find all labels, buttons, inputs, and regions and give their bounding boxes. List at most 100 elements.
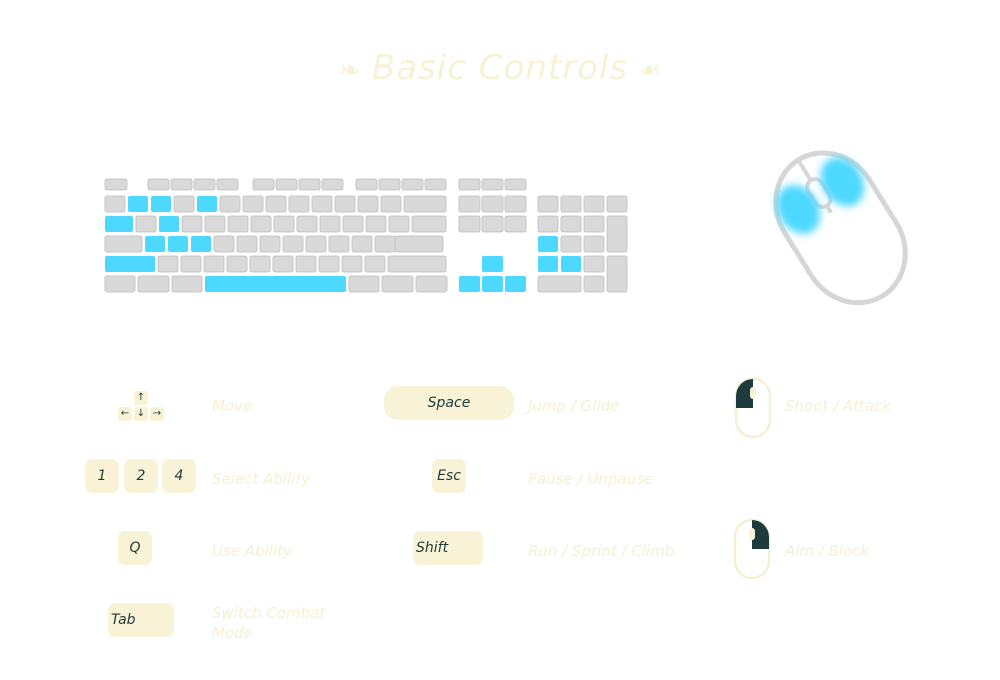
key-esc-diagram — [104, 178, 128, 191]
arrow-left-icon: ← — [118, 407, 132, 421]
key-q-diagram — [105, 216, 133, 232]
key-space-diagram — [205, 276, 346, 292]
keyboard-key — [504, 178, 527, 191]
keyboard-key — [583, 235, 605, 253]
use-ability-label: Use Ability — [212, 542, 292, 560]
key-3-diagram — [151, 196, 171, 212]
keyboard-key — [334, 195, 356, 213]
keyboard-key — [606, 195, 628, 213]
keyboard-key — [537, 195, 559, 213]
keyboard-key — [481, 215, 504, 233]
keyboard-key — [537, 215, 559, 233]
key-shift: Shift — [413, 531, 483, 565]
keyboard-key — [296, 215, 318, 233]
keyboard-key — [135, 215, 157, 233]
keyboard-key — [364, 255, 386, 273]
numpad-4-diagram — [538, 236, 558, 252]
keyboard-key — [560, 215, 582, 233]
arrow-left-diagram — [459, 276, 480, 292]
keyboard-key — [387, 255, 447, 273]
keyboard-key — [298, 178, 321, 191]
keyboard-key — [265, 195, 287, 213]
keyboard-key — [170, 178, 193, 191]
keyboard-key — [560, 235, 582, 253]
keyboard-key — [378, 178, 401, 191]
keyboard-key — [104, 195, 126, 213]
aim-label: Aim / Block — [785, 542, 870, 560]
key-1: 1 — [85, 459, 119, 493]
keyboard-key — [242, 195, 264, 213]
keyboard-key — [252, 178, 275, 191]
keyboard-key — [415, 275, 448, 293]
keyboard-key — [341, 255, 363, 273]
keyboard-key — [226, 255, 248, 273]
keyboard-key — [250, 215, 272, 233]
keyboard-key — [357, 195, 379, 213]
arrow-up-diagram — [482, 256, 503, 272]
keyboard-key — [275, 178, 298, 191]
numpad-1-diagram — [538, 256, 558, 272]
keyboard-key — [227, 215, 249, 233]
keyboard-key — [236, 235, 258, 253]
keyboard-key — [583, 215, 605, 233]
arrow-down-icon: ↓ — [134, 407, 148, 421]
keyboard-key — [481, 178, 504, 191]
keyboard-key — [504, 195, 527, 213]
keyboard-key — [305, 235, 327, 253]
keyboard-key — [180, 255, 202, 273]
keyboard-key — [321, 178, 344, 191]
right-mouse-button-icon — [733, 518, 771, 580]
keyboard-key — [381, 275, 414, 293]
key-4: 4 — [162, 459, 196, 493]
keyboard-key — [273, 215, 295, 233]
key-2-diagram — [128, 196, 148, 212]
keyboard-keys — [104, 178, 628, 293]
keyboard-key — [411, 215, 447, 233]
keyboard-key — [537, 275, 582, 293]
keyboard-key — [583, 255, 605, 273]
keyboard-key — [282, 235, 304, 253]
keyboard-key — [216, 178, 239, 191]
keyboard-key — [295, 255, 317, 273]
keyboard-key — [424, 178, 447, 191]
key-s-diagram — [145, 236, 165, 252]
keyboard-key — [181, 215, 203, 233]
keyboard-key — [288, 195, 310, 213]
keyboard-key — [458, 215, 481, 233]
key-space: Space — [384, 386, 514, 420]
keyboard-key — [173, 195, 195, 213]
keyboard-key — [351, 235, 373, 253]
run-label: Run / Sprint / Climb — [528, 542, 675, 560]
key-f-diagram — [191, 236, 211, 252]
key-d-diagram — [168, 236, 188, 252]
numpad-2-diagram — [561, 256, 581, 272]
key-esc: Esc — [432, 459, 466, 493]
key-tab: Tab — [108, 603, 174, 637]
keyboard-key — [458, 195, 481, 213]
keyboard-key — [311, 195, 333, 213]
keyboard-key — [328, 235, 350, 253]
keyboard-key — [388, 215, 410, 233]
keyboard-key — [171, 275, 203, 293]
key-2: 2 — [124, 459, 158, 493]
keyboard-key — [365, 215, 387, 233]
keyboard-key — [342, 215, 364, 233]
numpad-plus-diagram — [606, 215, 628, 253]
key-e-diagram — [159, 216, 179, 232]
keyboard-key — [504, 215, 527, 233]
keyboard-key — [204, 215, 226, 233]
keyboard-key — [355, 178, 378, 191]
key-q: Q — [118, 531, 152, 565]
arrow-right-diagram — [505, 276, 526, 292]
keyboard-key — [104, 235, 143, 253]
shoot-label: Shoot / Attack — [785, 397, 892, 415]
select-ability-label: Select Ability — [212, 470, 311, 488]
key-enter-diagram — [394, 235, 444, 253]
pause-label: Pause / Unpause — [528, 470, 654, 488]
keyboard-key — [560, 195, 582, 213]
keyboard-key — [318, 255, 340, 273]
keyboard-key — [583, 195, 605, 213]
key-backspace-diagram — [403, 195, 447, 213]
keyboard-key — [481, 195, 504, 213]
keyboard-key — [203, 255, 225, 273]
